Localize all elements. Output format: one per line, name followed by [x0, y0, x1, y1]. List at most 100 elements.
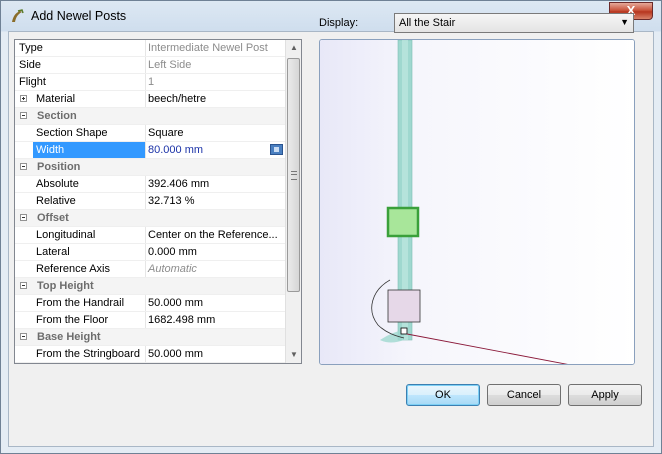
stair-preview[interactable]: [319, 39, 635, 365]
property-name-cell: Material: [15, 91, 145, 107]
property-category[interactable]: Top Height: [15, 278, 285, 295]
property-name-cell: Base Height: [15, 329, 145, 345]
property-value-text: 50.000 mm: [148, 297, 204, 309]
collapse-minus-icon[interactable]: [20, 112, 27, 119]
property-row[interactable]: Lateral 0.000 mm: [15, 244, 285, 261]
property-row[interactable]: Flight 1: [15, 74, 285, 91]
property-name: Absolute: [36, 178, 79, 190]
property-row[interactable]: From the Stringboard 50.000 mm: [15, 346, 285, 363]
property-name-cell: From the Floor: [15, 312, 145, 328]
property-name: Relative: [36, 195, 76, 207]
scroll-thumb[interactable]: [287, 58, 300, 292]
property-value[interactable]: 50.000 mm: [146, 346, 285, 362]
property-name: Longitudinal: [36, 229, 96, 241]
property-name-cell: Relative: [15, 193, 145, 209]
property-value[interactable]: Left Side: [146, 57, 285, 73]
cancel-button[interactable]: Cancel: [487, 384, 561, 406]
property-grid-scrollbar[interactable]: ▲ ▼: [285, 40, 301, 363]
apply-button[interactable]: Apply: [568, 384, 642, 406]
preview-background: [320, 40, 634, 364]
property-row[interactable]: Type Intermediate Newel Post: [15, 40, 285, 57]
property-name: Section Shape: [36, 127, 108, 139]
property-name: Reference Axis: [36, 263, 110, 275]
property-name: Material: [36, 93, 76, 105]
collapse-minus-icon[interactable]: [20, 163, 27, 170]
property-value[interactable]: beech/hetre: [146, 91, 285, 107]
edit-value-icon[interactable]: [270, 144, 283, 155]
display-select[interactable]: All the Stair ▼: [394, 13, 634, 33]
property-grid[interactable]: From the Stringboard 50.000 mm Base Height…: [14, 39, 302, 364]
property-row[interactable]: From the Handrail 50.000 mm: [15, 295, 285, 312]
property-value-text: 1: [148, 76, 155, 88]
property-name-cell: Section: [15, 108, 145, 124]
property-value-text: 392.406 mm: [148, 178, 210, 190]
property-value[interactable]: Square: [146, 125, 285, 141]
expand-plus-icon[interactable]: [20, 95, 27, 102]
property-name-cell: Reference Axis: [15, 261, 145, 277]
property-value-text: Center on the Reference...: [148, 229, 278, 241]
property-row[interactable]: Longitudinal Center on the Reference...: [15, 227, 285, 244]
scroll-up-icon[interactable]: ▲: [286, 40, 301, 56]
property-name-cell: Section Shape: [15, 125, 145, 141]
property-value[interactable]: 392.406 mm: [146, 176, 285, 192]
property-value[interactable]: Automatic: [146, 261, 285, 277]
property-value[interactable]: 50.000 mm: [146, 295, 285, 311]
property-row[interactable]: Absolute 392.406 mm: [15, 176, 285, 193]
property-name-cell: Width: [33, 142, 145, 158]
property-row[interactable]: Relative 32.713 %: [15, 193, 285, 210]
property-row[interactable]: Side Left Side: [15, 57, 285, 74]
property-name: Lateral: [36, 246, 70, 258]
property-name-cell: Side: [15, 57, 145, 73]
insertion-point-marker: [400, 327, 408, 335]
property-name-cell: Offset: [15, 210, 145, 226]
property-value[interactable]: 80.000 mm: [146, 142, 285, 158]
property-value-text: 0.000 mm: [148, 246, 197, 258]
property-value-text: 50.000 mm: [148, 348, 204, 360]
property-value-text: Intermediate Newel Post: [148, 42, 268, 54]
property-name-cell: From the Stringboard: [15, 346, 145, 362]
property-name-cell: Flight: [15, 74, 145, 90]
property-value[interactable]: Center on the Reference...: [146, 227, 285, 243]
property-name: Type: [19, 42, 43, 54]
start-newel-post[interactable]: [387, 289, 421, 323]
property-name-cell: Absolute: [15, 176, 145, 192]
property-row[interactable]: From the Floor 1682.498 mm: [15, 312, 285, 329]
property-category[interactable]: Position: [15, 159, 285, 176]
dialog-window: Add Newel Posts X From the Stringboard 50…: [0, 0, 662, 454]
property-name: Base Height: [37, 331, 101, 343]
property-name-cell: Lateral: [15, 244, 145, 260]
property-name-cell: Position: [15, 159, 145, 175]
property-name: From the Handrail: [36, 297, 125, 309]
property-row[interactable]: Reference Axis Automatic: [15, 261, 285, 278]
property-value[interactable]: 1682.498 mm: [146, 312, 285, 328]
ok-button[interactable]: OK: [406, 384, 480, 406]
property-value[interactable]: 32.713 %: [146, 193, 285, 209]
property-value[interactable]: 1: [146, 74, 285, 90]
display-select-value: All the Stair: [399, 17, 456, 29]
property-name: Position: [37, 161, 81, 173]
property-value[interactable]: Intermediate Newel Post: [146, 40, 285, 56]
property-name: Width: [36, 144, 65, 156]
property-value[interactable]: 0.000 mm: [146, 244, 285, 260]
display-label: Display:: [319, 17, 359, 29]
property-row[interactable]: Material beech/hetre: [15, 91, 285, 108]
collapse-minus-icon[interactable]: [20, 214, 27, 221]
property-category[interactable]: Section: [15, 108, 285, 125]
property-row[interactable]: Width 80.000 mm: [15, 142, 285, 159]
property-value-text: 32.713 %: [148, 195, 195, 207]
property-name: From the Stringboard: [36, 348, 140, 360]
property-row[interactable]: Section Shape Square: [15, 125, 285, 142]
property-name-cell: From the Handrail: [15, 295, 145, 311]
property-value-text: 1682.498 mm: [148, 314, 216, 326]
scroll-down-icon[interactable]: ▼: [286, 347, 301, 363]
property-value-text: Square: [148, 127, 184, 139]
property-category[interactable]: Offset: [15, 210, 285, 227]
property-name-cell: Type: [15, 40, 145, 56]
property-category[interactable]: Base Height: [15, 329, 285, 346]
collapse-minus-icon[interactable]: [20, 333, 27, 340]
intermediate-newel-post[interactable]: [386, 206, 420, 238]
stair-preview-drawing: [320, 40, 634, 364]
collapse-minus-icon[interactable]: [20, 282, 27, 289]
property-name: From the Floor: [36, 314, 109, 326]
property-name: Flight: [19, 76, 46, 88]
